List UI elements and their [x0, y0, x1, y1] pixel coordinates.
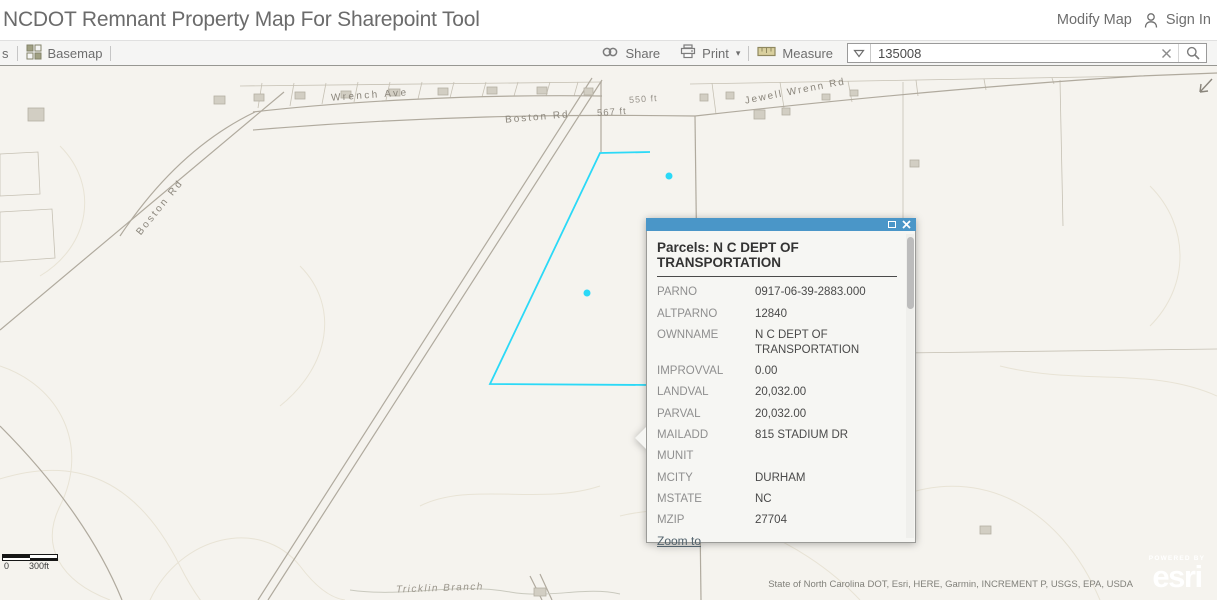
field-row: MUNIT	[657, 446, 897, 467]
field-row: IMPROVVAL 0.00	[657, 361, 897, 382]
field-label: PARNO	[657, 285, 755, 300]
toolbar: s Basemap Share Print ▾	[0, 40, 1217, 66]
field-value: 0917-06-39-2883.000	[755, 285, 897, 300]
esri-logo-text: esri	[1144, 562, 1210, 591]
popup-titlebar[interactable]	[646, 218, 916, 231]
sign-in-link[interactable]: Sign In	[1166, 12, 1211, 28]
parcel-popup: Parcels: N C DEPT OF TRANSPORTATION PARN…	[646, 218, 916, 543]
popup-pointer	[635, 427, 646, 449]
scale-distance-label: 300ft	[29, 561, 49, 571]
toolbar-divider	[110, 46, 111, 61]
app-header: NCDOT Remnant Property Map For Sharepoin…	[0, 0, 1217, 40]
caret-down-icon: ▾	[736, 48, 741, 59]
basemap-label: Basemap	[48, 46, 103, 61]
distance-label: 567 ft	[597, 106, 627, 119]
field-row: PARNO 0917-06-39-2883.000	[657, 282, 897, 303]
scale-zero-label: 0	[4, 561, 9, 571]
parcel-point-marker[interactable]	[666, 173, 673, 180]
field-label: OWNNAME	[657, 328, 755, 358]
field-value: 12840	[755, 307, 897, 322]
esri-logo: POWERED BY esri	[1144, 555, 1210, 591]
map-attribution: State of North Carolina DOT, Esri, HERE,…	[768, 579, 1133, 590]
field-row: MZIP 27704	[657, 510, 897, 531]
field-row: MAILADD 815 STADIUM DR	[657, 425, 897, 446]
parcel-highlight-outline[interactable]	[490, 152, 650, 385]
field-label: PARVAL	[657, 407, 755, 422]
field-label: ALTPARNO	[657, 307, 755, 322]
toolbar-divider	[17, 46, 18, 61]
dropdown-arrow-icon	[853, 49, 865, 58]
field-value: N C DEPT OF TRANSPORTATION	[755, 328, 897, 358]
toolbar-divider	[748, 46, 749, 61]
field-label: IMPROVVAL	[657, 364, 755, 379]
search-clear-button[interactable]	[1155, 44, 1179, 62]
header-actions: Modify Map Sign In	[1057, 12, 1211, 29]
search-box	[847, 43, 1207, 63]
field-value: 20,032.00	[755, 407, 897, 422]
printer-icon	[680, 44, 696, 62]
field-row: PARVAL 20,032.00	[657, 404, 897, 425]
contour-lines	[0, 146, 1217, 600]
popup-body: Parcels: N C DEPT OF TRANSPORTATION PARN…	[646, 231, 916, 543]
modify-map-link[interactable]: Modify Map	[1057, 12, 1132, 28]
link-icon	[601, 46, 619, 61]
field-row: OWNNAME N C DEPT OF TRANSPORTATION	[657, 325, 897, 361]
share-button[interactable]: Share	[601, 46, 660, 61]
basemap-button[interactable]: Basemap	[26, 44, 103, 63]
field-label: MAILADD	[657, 428, 755, 443]
search-input[interactable]	[871, 44, 1155, 62]
measure-label: Measure	[782, 46, 833, 61]
field-label: MSTATE	[657, 492, 755, 507]
field-value: DURHAM	[755, 471, 897, 486]
field-row: ALTPARNO 12840	[657, 303, 897, 324]
popup-title: Parcels: N C DEPT OF TRANSPORTATION	[657, 240, 897, 270]
share-label: Share	[625, 46, 660, 61]
field-row: MSTATE NC	[657, 489, 897, 510]
field-value: 27704	[755, 513, 897, 528]
person-icon[interactable]	[1143, 12, 1159, 29]
field-label: LANDVAL	[657, 385, 755, 400]
details-clipped-label[interactable]: s	[2, 46, 9, 61]
basemap-grid-icon	[26, 44, 42, 63]
field-label: MUNIT	[657, 449, 755, 464]
map-canvas[interactable]: Wrench Ave Boston Rd Jewell Wrenn Rd 550…	[0, 66, 1217, 600]
distance-label: 550 ft	[629, 93, 658, 105]
close-icon	[1161, 48, 1172, 59]
print-label: Print	[702, 46, 729, 61]
field-label: MCITY	[657, 471, 755, 486]
popup-scrollbar-thumb[interactable]	[907, 237, 914, 309]
page-title: NCDOT Remnant Property Map For Sharepoin…	[3, 8, 480, 32]
ruler-icon	[757, 45, 776, 61]
field-value	[755, 449, 897, 464]
field-value: 0.00	[755, 364, 897, 379]
measure-button[interactable]: Measure	[757, 45, 833, 61]
parcel-point-marker[interactable]	[584, 290, 591, 297]
field-value: 20,032.00	[755, 385, 897, 400]
app-window: NCDOT Remnant Property Map For Sharepoin…	[0, 0, 1217, 600]
search-icon	[1186, 46, 1200, 60]
maximize-icon[interactable]	[888, 221, 896, 228]
scale-bar: 0 300ft	[2, 554, 64, 571]
field-row: LANDVAL 20,032.00	[657, 382, 897, 403]
zoom-to-link[interactable]: Zoom to	[657, 534, 701, 548]
popup-divider	[657, 276, 897, 277]
stream-line	[350, 589, 620, 595]
field-value: NC	[755, 492, 897, 507]
search-dropdown-button[interactable]	[848, 44, 871, 62]
search-submit-button[interactable]	[1179, 44, 1206, 62]
field-row: MCITY DURHAM	[657, 467, 897, 488]
basemap-graphics	[0, 66, 1217, 600]
field-label: MZIP	[657, 513, 755, 528]
close-icon[interactable]	[902, 220, 911, 229]
parcel-lines	[0, 76, 1217, 542]
field-value: 815 STADIUM DR	[755, 428, 897, 443]
print-button[interactable]: Print ▾	[680, 44, 740, 62]
arrow-glyph-icon	[1200, 79, 1212, 92]
